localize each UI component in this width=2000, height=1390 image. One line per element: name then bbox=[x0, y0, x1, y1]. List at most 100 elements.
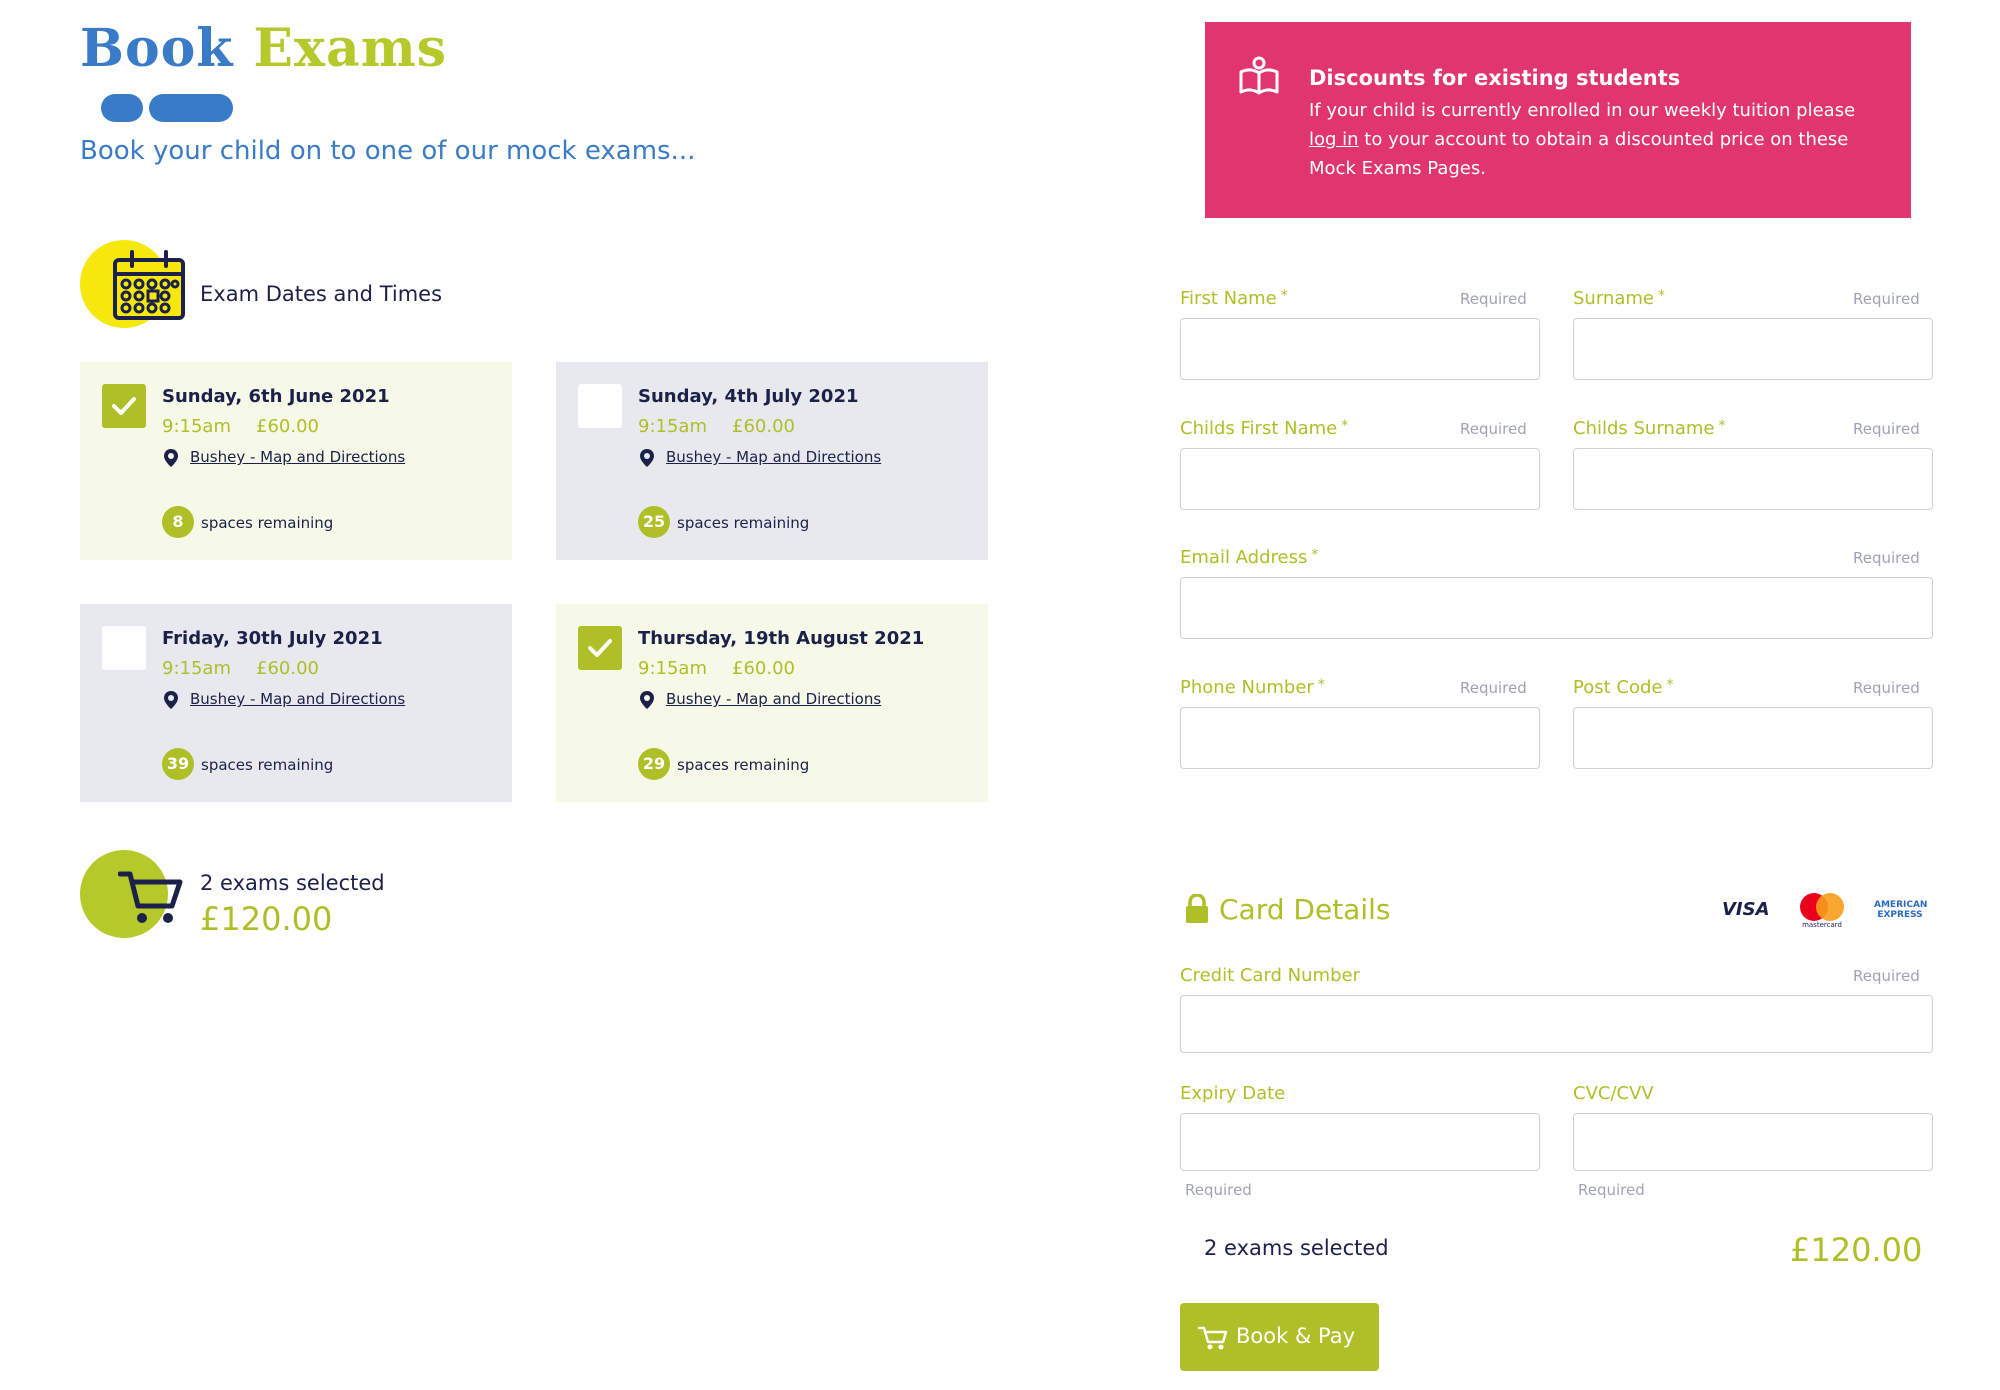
phone-input[interactable] bbox=[1180, 707, 1540, 769]
open-book-icon bbox=[1239, 56, 1279, 95]
email-label-text: Email Address bbox=[1180, 547, 1308, 568]
spaces-remaining-label: spaces remaining bbox=[677, 514, 810, 532]
phone-label-text: Phone Number bbox=[1180, 677, 1314, 698]
cvc-label: CVC/CVV bbox=[1573, 1083, 1654, 1104]
mastercard-logo: mastercard bbox=[1800, 893, 1844, 929]
exam-price: £60.00 bbox=[256, 416, 319, 437]
discount-banner-text-1: If your child is currently enrolled in o… bbox=[1309, 100, 1856, 121]
calendar-icon bbox=[113, 250, 185, 320]
phone-label: Phone Number * bbox=[1180, 677, 1325, 698]
required-hint: Required bbox=[1185, 1181, 1252, 1199]
amex-line-2: EXPRESS bbox=[1877, 910, 1923, 920]
required-marker: * bbox=[1718, 418, 1726, 434]
page-title: Book Exams bbox=[80, 18, 447, 79]
order-exams-selected-count: 2 exams selected bbox=[1204, 1236, 1389, 1260]
exam-date: Friday, 30th July 2021 bbox=[162, 628, 383, 649]
cart-icon bbox=[118, 871, 183, 923]
email-label: Email Address * bbox=[1180, 547, 1318, 568]
spaces-count-badge: 29 bbox=[638, 748, 670, 780]
exam-date: Sunday, 6th June 2021 bbox=[162, 386, 390, 407]
spaces-remaining-label: spaces remaining bbox=[201, 514, 334, 532]
lock-icon bbox=[1186, 894, 1208, 923]
login-link[interactable]: log in bbox=[1309, 129, 1359, 150]
postcode-label: Post Code * bbox=[1573, 677, 1673, 698]
childs-surname-label-text: Childs Surname bbox=[1573, 418, 1715, 439]
exam-checkbox-checked[interactable] bbox=[102, 384, 146, 428]
map-pin-icon bbox=[640, 691, 654, 709]
card-number-input[interactable] bbox=[1180, 995, 1933, 1053]
cvc-input[interactable] bbox=[1573, 1113, 1933, 1171]
exam-card-2[interactable]: Friday, 30th July 2021 9:15am £60.00 Bus… bbox=[80, 604, 512, 802]
postcode-input[interactable] bbox=[1573, 707, 1933, 769]
visa-logo: VISA bbox=[1722, 899, 1770, 920]
exam-price: £60.00 bbox=[732, 416, 795, 437]
required-marker: * bbox=[1311, 547, 1319, 563]
required-hint: Required bbox=[1853, 549, 1920, 567]
exam-card-3[interactable]: Thursday, 19th August 2021 9:15am £60.00… bbox=[556, 604, 988, 802]
exam-checkbox-unchecked[interactable] bbox=[102, 626, 146, 670]
childs-first-name-input[interactable] bbox=[1180, 448, 1540, 510]
book-and-pay-button[interactable]: Book & Pay bbox=[1180, 1303, 1379, 1371]
exam-date: Sunday, 4th July 2021 bbox=[638, 386, 859, 407]
expiry-date-label: Expiry Date bbox=[1180, 1083, 1286, 1104]
checkmark-icon bbox=[588, 639, 612, 657]
childs-surname-label: Childs Surname * bbox=[1573, 418, 1725, 439]
email-input[interactable] bbox=[1180, 577, 1933, 639]
map-pin-icon bbox=[640, 449, 654, 467]
required-marker: * bbox=[1666, 677, 1674, 693]
map-directions-link[interactable]: Bushey - Map and Directions bbox=[190, 448, 405, 466]
map-directions-link[interactable]: Bushey - Map and Directions bbox=[666, 690, 881, 708]
discount-banner-title: Discounts for existing students bbox=[1309, 66, 1681, 90]
mastercard-circle-orange bbox=[1816, 893, 1844, 921]
map-pin-icon bbox=[164, 449, 178, 467]
spaces-count-badge: 25 bbox=[638, 506, 670, 538]
card-number-label: Credit Card Number bbox=[1180, 965, 1360, 986]
amex-line-1: AMERICAN bbox=[1874, 900, 1928, 910]
required-marker: * bbox=[1317, 677, 1325, 693]
required-hint: Required bbox=[1853, 967, 1920, 985]
discount-banner-text-2: to your account to obtain a discounted p… bbox=[1309, 129, 1849, 179]
page-title-word-book: Book bbox=[80, 18, 234, 79]
exam-time: 9:15am bbox=[638, 658, 707, 679]
decorative-pill-large bbox=[149, 94, 233, 122]
expiry-date-input[interactable] bbox=[1180, 1113, 1540, 1171]
required-hint: Required bbox=[1460, 290, 1527, 308]
spaces-remaining-label: spaces remaining bbox=[201, 756, 334, 774]
childs-first-name-label: Childs First Name * bbox=[1180, 418, 1348, 439]
exam-card-1[interactable]: Sunday, 4th July 2021 9:15am £60.00 Bush… bbox=[556, 362, 988, 560]
exam-time: 9:15am bbox=[162, 658, 231, 679]
book-and-pay-label: Book & Pay bbox=[1236, 1324, 1356, 1348]
exam-date: Thursday, 19th August 2021 bbox=[638, 628, 925, 649]
required-marker: * bbox=[1280, 288, 1288, 304]
first-name-label-text: First Name bbox=[1180, 288, 1277, 309]
amex-logo: AMERICAN EXPRESS bbox=[1874, 900, 1928, 920]
exam-time: 9:15am bbox=[638, 416, 707, 437]
discount-banner-body: If your child is currently enrolled in o… bbox=[1309, 96, 1879, 183]
postcode-label-text: Post Code bbox=[1573, 677, 1663, 698]
required-marker: * bbox=[1657, 288, 1665, 304]
childs-first-name-label-text: Childs First Name bbox=[1180, 418, 1338, 439]
spaces-count-badge: 39 bbox=[162, 748, 194, 780]
exams-selected-count: 2 exams selected bbox=[200, 871, 385, 895]
map-directions-link[interactable]: Bushey - Map and Directions bbox=[190, 690, 405, 708]
checkmark-icon bbox=[112, 397, 136, 415]
exam-price: £60.00 bbox=[256, 658, 319, 679]
exam-time: 9:15am bbox=[162, 416, 231, 437]
map-directions-link[interactable]: Bushey - Map and Directions bbox=[666, 448, 881, 466]
surname-label-text: Surname bbox=[1573, 288, 1654, 309]
first-name-label: First Name * bbox=[1180, 288, 1288, 309]
card-details-heading: Card Details bbox=[1219, 893, 1391, 926]
childs-surname-input[interactable] bbox=[1573, 448, 1933, 510]
exam-price: £60.00 bbox=[732, 658, 795, 679]
exam-checkbox-checked[interactable] bbox=[578, 626, 622, 670]
spaces-remaining-label: spaces remaining bbox=[677, 756, 810, 774]
spaces-count-badge: 8 bbox=[162, 506, 194, 538]
cart-icon bbox=[1198, 1326, 1228, 1350]
exam-card-0[interactable]: Sunday, 6th June 2021 9:15am £60.00 Bush… bbox=[80, 362, 512, 560]
required-marker: * bbox=[1341, 418, 1349, 434]
required-hint: Required bbox=[1853, 679, 1920, 697]
page-title-word-exams: Exams bbox=[253, 18, 447, 79]
first-name-input[interactable] bbox=[1180, 318, 1540, 380]
surname-input[interactable] bbox=[1573, 318, 1933, 380]
exam-checkbox-unchecked[interactable] bbox=[578, 384, 622, 428]
